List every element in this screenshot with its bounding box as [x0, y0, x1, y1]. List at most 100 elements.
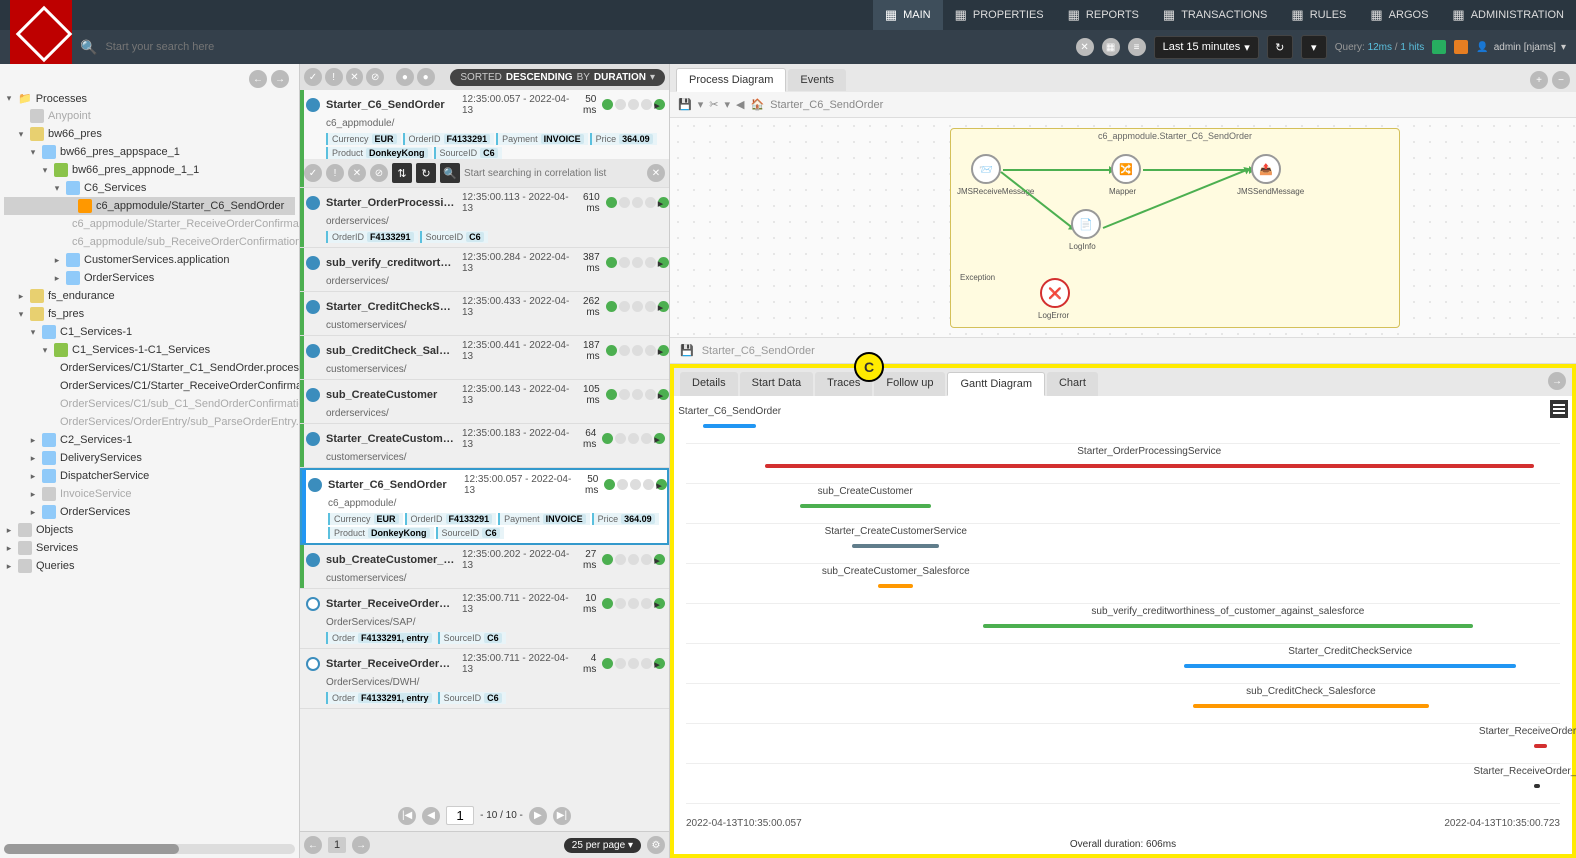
gantt-bar[interactable]	[1184, 664, 1516, 668]
clear-corr-icon[interactable]: ✕	[647, 164, 665, 182]
refresh-button[interactable]: ↻	[1267, 35, 1293, 59]
result-row[interactable]: Starter_CreditCheckService12:35:00.433 -…	[300, 292, 669, 336]
tree-node[interactable]: ▸Services	[4, 539, 295, 557]
tree-fwd-icon[interactable]: →	[271, 70, 289, 88]
page-input[interactable]	[446, 806, 474, 825]
row-menu-icon[interactable]: ⋮	[667, 598, 669, 611]
subtab-chart[interactable]: Chart	[1047, 372, 1098, 396]
cancel-icon[interactable]: ✕	[346, 68, 364, 86]
diagram-save-icon[interactable]: 💾	[678, 98, 692, 111]
tree-node[interactable]: ▸InvoiceService	[4, 485, 295, 503]
play-icon[interactable]: ▸	[658, 389, 669, 400]
refresh-icon[interactable]: ↻	[416, 163, 436, 183]
add-tab-icon[interactable]: +	[1530, 71, 1548, 89]
tree-node[interactable]: ▾C1_Services-1-C1_Services	[4, 341, 295, 359]
tree-node[interactable]: OrderServices/C1/sub_C1_SendOrderConfirm…	[4, 395, 295, 413]
footer-settings-icon[interactable]: ⚙	[647, 836, 665, 854]
nav-properties[interactable]: ▦PROPERTIES	[943, 0, 1056, 30]
gantt-row[interactable]: Starter_CreditCheckService	[686, 644, 1560, 684]
nav-argos[interactable]: ▦ARGOS	[1358, 0, 1440, 30]
gantt-bar[interactable]	[1534, 784, 1540, 788]
refresh-dropdown[interactable]: ▾	[1301, 35, 1327, 59]
gantt-bar[interactable]	[1534, 744, 1547, 748]
node-mapper[interactable]: 🔀	[1111, 154, 1141, 184]
tab-events[interactable]: Events	[788, 69, 846, 91]
gantt-bar[interactable]	[800, 504, 931, 508]
user-menu[interactable]: 👤 admin [njams] ▾	[1476, 42, 1566, 53]
gantt-bar[interactable]	[1193, 704, 1429, 708]
tree-node[interactable]: ▾C1_Services-1	[4, 323, 295, 341]
tree-node[interactable]: c6_appmodule/sub_ReceiveOrderConfirmatio…	[4, 233, 295, 251]
gantt-row[interactable]: sub_CreditCheck_Salesforce	[686, 684, 1560, 724]
gantt-row[interactable]: sub_verify_creditworthiness_of_customer_…	[686, 604, 1560, 644]
status-green-icon[interactable]	[1432, 40, 1446, 54]
play-icon[interactable]: ▸	[654, 99, 665, 110]
pager-last-icon[interactable]: ▶|	[553, 807, 571, 825]
row-menu-icon[interactable]: ⋮	[667, 554, 669, 567]
tree-node[interactable]: ▾bw66_pres_appnode_1_1	[4, 161, 295, 179]
row-menu-icon[interactable]: ⋮	[667, 433, 669, 446]
result-row[interactable]: Starter_ReceiveOrder_SAP12:35:00.711 - 2…	[300, 589, 669, 649]
status-orange-icon[interactable]	[1454, 40, 1468, 54]
node-logerror[interactable]: ❌	[1040, 278, 1070, 308]
gantt-bar[interactable]	[765, 464, 1534, 468]
list-icon[interactable]: ≡	[1128, 38, 1146, 56]
tree-node[interactable]: ▸CustomerServices.application	[4, 251, 295, 269]
node-jms-receive[interactable]: 📨	[971, 154, 1001, 184]
tree-root[interactable]: ▾📁Processes	[4, 90, 295, 107]
tree-node[interactable]: ▸Objects	[4, 521, 295, 539]
tree-node[interactable]: c6_appmodule/Starter_C6_SendOrder	[4, 197, 295, 215]
result-row[interactable]: Starter_OrderProcessingService12:35:00.1…	[300, 188, 669, 248]
gantt-row[interactable]: Starter_C6_SendOrder	[686, 404, 1560, 444]
diagram-clip-icon[interactable]: ✂	[709, 98, 718, 111]
play-icon[interactable]: ▸	[656, 479, 667, 490]
filter1-icon[interactable]: ●	[396, 68, 414, 86]
nav-administration[interactable]: ▦ADMINISTRATION	[1440, 0, 1576, 30]
sort-indicator[interactable]: SORTED DESCENDING BY DURATION ▾	[450, 69, 665, 86]
tree-node[interactable]: ▾C6_Services	[4, 179, 295, 197]
node-loginfo[interactable]: 📄	[1071, 209, 1101, 239]
process-diagram[interactable]: c6_appmodule.Starter_C6_SendOrder 📨 JMSR…	[670, 118, 1576, 337]
subtab-start-data[interactable]: Start Data	[740, 372, 814, 396]
nav-main[interactable]: ▦MAIN	[873, 0, 943, 30]
result-row[interactable]: sub_CreateCustomer_Salesforce12:35:00.20…	[300, 545, 669, 589]
gantt-bar[interactable]	[852, 544, 939, 548]
filter2-icon[interactable]: ●	[417, 68, 435, 86]
tree-node[interactable]: OrderServices/C1/Starter_C1_SendOrder.pr…	[4, 359, 295, 377]
result-row[interactable]: Starter_ReceiveOrder_DWH12:35:00.711 - 2…	[300, 649, 669, 709]
subtab-details[interactable]: Details	[680, 372, 738, 396]
play-icon[interactable]: ▸	[654, 554, 665, 565]
tree-scrollbar[interactable]	[4, 844, 295, 854]
nav-transactions[interactable]: ▦TRANSACTIONS	[1151, 0, 1279, 30]
footer-back-icon[interactable]: ←	[304, 836, 322, 854]
search-input[interactable]	[105, 41, 505, 53]
time-range-select[interactable]: Last 15 minutes▾	[1154, 36, 1259, 59]
gantt-bar[interactable]	[878, 584, 913, 588]
nav-reports[interactable]: ▦REPORTS	[1056, 0, 1151, 30]
diagram-back-icon[interactable]: ◀	[736, 98, 744, 111]
tree-node[interactable]: c6_appmodule/Starter_ReceiveOrderConfirm…	[4, 215, 295, 233]
warn-icon[interactable]: !	[325, 68, 343, 86]
stop-icon[interactable]: ⊘	[366, 68, 384, 86]
grid-icon[interactable]: ▦	[1102, 38, 1120, 56]
sort-icon[interactable]: ⇅	[392, 163, 412, 183]
footer-fwd-icon[interactable]: →	[352, 836, 370, 854]
subtab-gantt-diagram[interactable]: Gantt Diagram	[947, 372, 1045, 396]
tree-node[interactable]: Anypoint	[4, 107, 295, 125]
tree-node[interactable]: ▸DispatcherService	[4, 467, 295, 485]
play-icon[interactable]: ▸	[654, 658, 665, 669]
gantt-row[interactable]: sub_CreateCustomer	[686, 484, 1560, 524]
gantt-bar[interactable]	[983, 624, 1472, 628]
tree-node[interactable]: ▸OrderServices	[4, 269, 295, 287]
search-icon[interactable]: 🔍	[440, 163, 460, 183]
gantt-row[interactable]: Starter_OrderProcessingService	[686, 444, 1560, 484]
play-icon[interactable]: ▸	[654, 433, 665, 444]
play-icon[interactable]: ▸	[658, 345, 669, 356]
pager-prev-icon[interactable]: ◀	[422, 807, 440, 825]
result-row[interactable]: sub_CreateCustomer12:35:00.143 - 2022-04…	[300, 380, 669, 424]
play-icon[interactable]: ▸	[658, 197, 669, 208]
tree-node[interactable]: OrderServices/C1/Starter_ReceiveOrderCon…	[4, 377, 295, 395]
tree-node[interactable]: ▸DeliveryServices	[4, 449, 295, 467]
tree-node[interactable]: ▾fs_pres	[4, 305, 295, 323]
tree-back-icon[interactable]: ←	[249, 70, 267, 88]
